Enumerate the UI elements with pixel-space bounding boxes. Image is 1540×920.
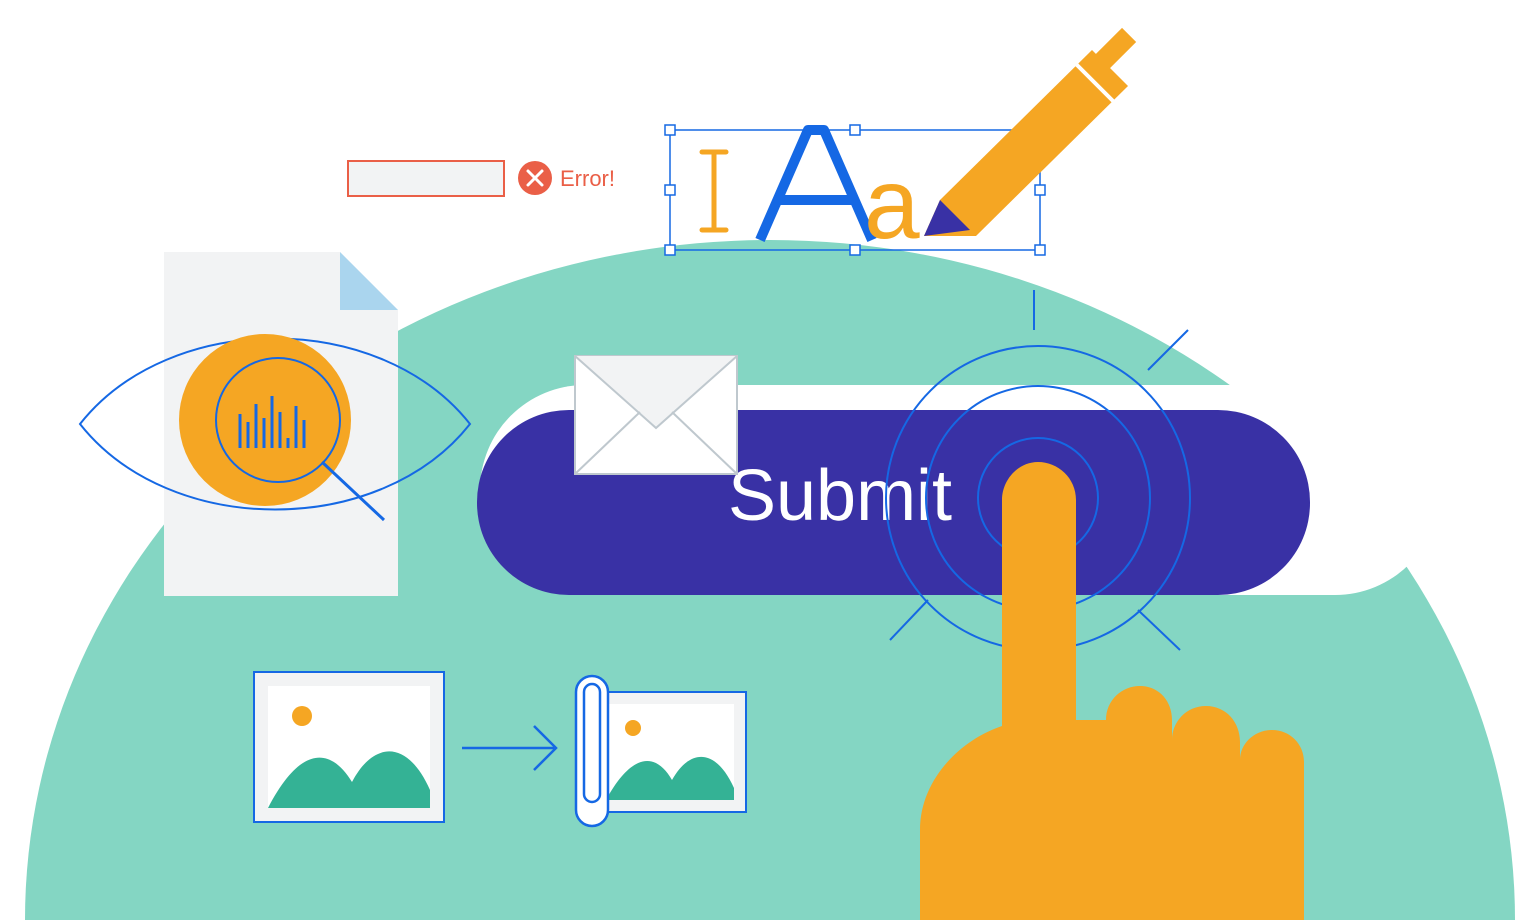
lowercase-a: a — [864, 148, 920, 260]
paperclip-icon — [576, 676, 608, 826]
error-field[interactable]: Error! — [348, 161, 615, 196]
envelope-icon — [575, 356, 737, 474]
text-edit-box[interactable]: a — [665, 28, 1136, 260]
illustration: Submit — [0, 0, 1540, 920]
submit-button-label: Submit — [728, 456, 952, 536]
uppercase-a — [760, 130, 872, 240]
error-label: Error! — [560, 166, 615, 191]
pencil-icon — [924, 28, 1136, 236]
image-thumbnail-small — [576, 676, 746, 826]
error-icon — [518, 161, 552, 195]
text-cursor-icon — [702, 152, 726, 230]
image-thumbnail-large — [254, 672, 444, 822]
